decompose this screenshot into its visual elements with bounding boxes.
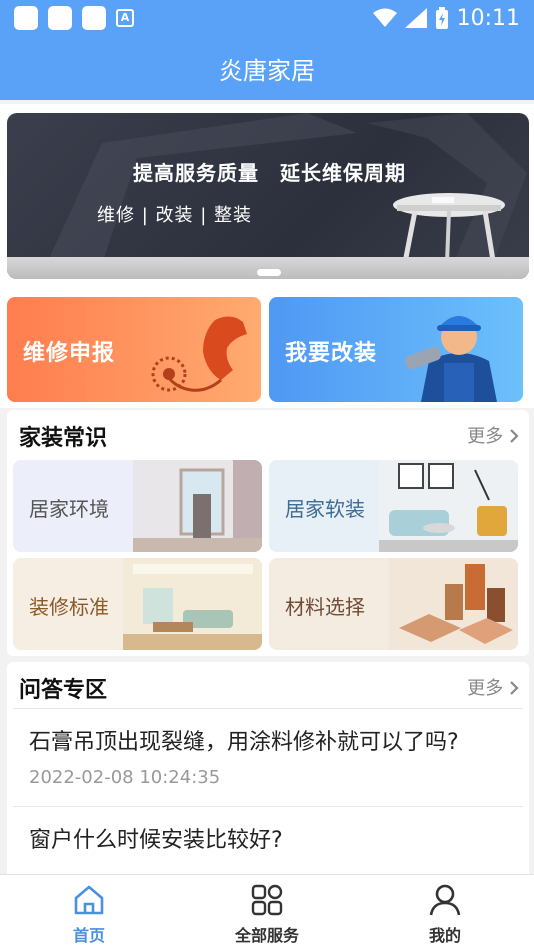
- materials-image: [389, 558, 518, 650]
- renovate-label: 我要改装: [285, 341, 378, 366]
- tile-soft-furnishing[interactable]: 居家软装: [269, 460, 518, 552]
- wifi-icon: [372, 8, 397, 27]
- section-title: 家装常识: [19, 426, 108, 451]
- tile-label: 居家环境: [29, 497, 109, 521]
- renovate-button[interactable]: 我要改装: [269, 297, 523, 402]
- banner-title: 提高服务质量 延长维保周期: [133, 161, 406, 185]
- grid-icon: [251, 884, 283, 916]
- tile-label: 装修标准: [29, 595, 109, 619]
- qa-section: 问答专区 更多 石膏吊顶出现裂缝，用涂料修补就可以了吗? 2022-02-08 …: [7, 662, 529, 874]
- tile-material-selection[interactable]: 材料选择: [269, 558, 518, 650]
- status-right: 10:11: [372, 5, 520, 31]
- user-icon: [429, 884, 461, 916]
- tile-label: 材料选择: [285, 595, 365, 619]
- app-square-icon: [82, 6, 106, 30]
- tab-mine[interactable]: 我的: [356, 875, 534, 950]
- sofa-image: [379, 460, 518, 552]
- battery-icon: [435, 7, 448, 29]
- bottom-tab-bar: 首页 全部服务 我的: [0, 874, 534, 950]
- tile-label: 居家软装: [285, 497, 365, 521]
- qa-list-item[interactable]: 石膏吊顶出现裂缝，用涂料修补就可以了吗? 2022-02-08 10:24:35: [7, 709, 529, 806]
- room-image: [133, 460, 262, 552]
- repair-report-label: 维修申报: [23, 341, 116, 366]
- qa-question: 窗户什么时候安装比较好?: [29, 828, 283, 853]
- page-title: 炎唐家居: [219, 56, 315, 85]
- promo-banner[interactable]: 提高服务质量 延长维保周期 维修 | 改装 | 整装: [7, 113, 529, 279]
- tab-home[interactable]: 首页: [0, 875, 178, 950]
- tile-home-environment[interactable]: 居家环境: [13, 460, 262, 552]
- telephone-icon: [151, 316, 247, 392]
- app-square-icon: [14, 6, 38, 30]
- service-row: 维修申报 我要改装: [0, 286, 534, 408]
- banner-subtitle: 维修 | 改装 | 整装: [97, 205, 253, 226]
- worker-icon: [405, 316, 497, 402]
- repair-report-button[interactable]: 维修申报: [7, 297, 261, 402]
- livingroom-image: [123, 558, 262, 650]
- section-header: 家装常识 更多: [7, 410, 529, 456]
- qa-timestamp: 2022-02-08 10:24:35: [29, 767, 221, 788]
- banner-decoration: [47, 113, 527, 279]
- tab-label: 首页: [72, 926, 105, 945]
- status-bar: A 10:11: [0, 0, 534, 36]
- qa-list-item[interactable]: 窗户什么时候安装比较好?: [7, 807, 529, 859]
- tile-decoration-standard[interactable]: 装修标准: [13, 558, 262, 650]
- signal-icon: [404, 8, 427, 28]
- carousel-indicator[interactable]: [257, 269, 281, 276]
- home-icon: [74, 885, 104, 915]
- knowledge-tiles: 居家环境 居家软装 装修标准 材料选择: [7, 456, 529, 656]
- tab-all-services[interactable]: 全部服务: [178, 875, 356, 950]
- more-label: 更多: [467, 426, 504, 447]
- tab-label: 全部服务: [234, 926, 299, 945]
- app-square-icon: [48, 6, 72, 30]
- a-icon: A: [116, 9, 134, 27]
- home-knowledge-section: 家装常识 更多 居家环境 居家软装 装修标准 材料选择: [7, 410, 529, 656]
- chevron-right-icon: [510, 681, 519, 695]
- more-label: 更多: [467, 678, 504, 699]
- app-header: 炎唐家居: [0, 36, 534, 100]
- chevron-right-icon: [510, 429, 519, 443]
- section-title: 问答专区: [19, 678, 108, 703]
- tab-label: 我的: [428, 926, 461, 945]
- more-link[interactable]: 更多: [467, 674, 519, 700]
- banner-container: 提高服务质量 延长维保周期 维修 | 改装 | 整装: [0, 104, 534, 286]
- more-link[interactable]: 更多: [467, 422, 519, 448]
- section-header: 问答专区 更多: [7, 662, 529, 708]
- status-left-icons: A: [14, 6, 134, 30]
- status-time: 10:11: [456, 5, 520, 31]
- qa-question: 石膏吊顶出现裂缝，用涂料修补就可以了吗?: [29, 730, 459, 755]
